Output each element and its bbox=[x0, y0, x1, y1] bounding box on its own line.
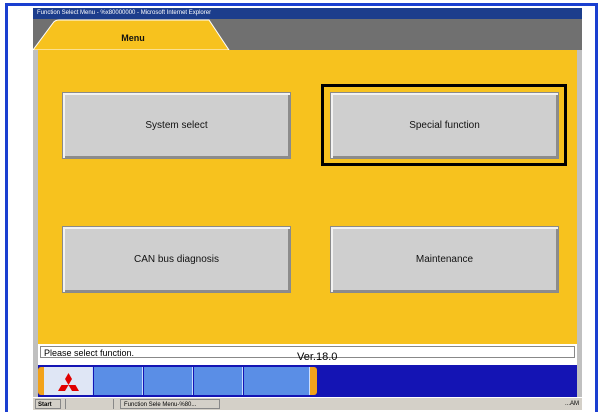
tab-bar: Menu bbox=[33, 19, 582, 50]
status-bar: Please select function. Ver.18.0 bbox=[38, 344, 577, 365]
nav-right-cap bbox=[310, 367, 317, 395]
browser-window: Function Select Menu - %x80000000 - Micr… bbox=[33, 8, 582, 410]
version-label: Ver.18.0 bbox=[297, 351, 338, 363]
system-tray-clock: ...AM bbox=[564, 401, 579, 407]
mitsubishi-logo-icon bbox=[58, 373, 79, 391]
special-function-button[interactable]: Special function bbox=[330, 92, 559, 159]
nav-button-5[interactable] bbox=[244, 367, 310, 395]
nav-button-2[interactable] bbox=[94, 367, 143, 395]
window-title: Function Select Menu - %x80000000 - Micr… bbox=[33, 8, 582, 19]
taskbar-window-button[interactable]: Function Sele Menu-%80... bbox=[120, 399, 220, 409]
taskbar-separator bbox=[65, 399, 66, 409]
nav-button-3[interactable] bbox=[144, 367, 193, 395]
nav-button-4[interactable] bbox=[194, 367, 243, 395]
outer-frame-top bbox=[5, 3, 598, 6]
taskbar-separator bbox=[113, 399, 114, 409]
outer-frame-left bbox=[5, 3, 8, 412]
maintenance-button[interactable]: Maintenance bbox=[330, 226, 559, 293]
can-bus-diagnosis-button[interactable]: CAN bus diagnosis bbox=[62, 226, 291, 293]
home-button[interactable] bbox=[44, 367, 93, 395]
outer-frame-right bbox=[595, 3, 598, 412]
function-menu-panel: System select Special function CAN bus d… bbox=[38, 50, 577, 344]
system-select-button[interactable]: System select bbox=[62, 92, 291, 159]
start-button[interactable]: Start bbox=[35, 399, 61, 409]
navigation-bar bbox=[38, 365, 577, 397]
taskbar: Start Function Sele Menu-%80... ...AM bbox=[33, 397, 582, 410]
tab-menu[interactable]: Menu bbox=[93, 33, 173, 43]
